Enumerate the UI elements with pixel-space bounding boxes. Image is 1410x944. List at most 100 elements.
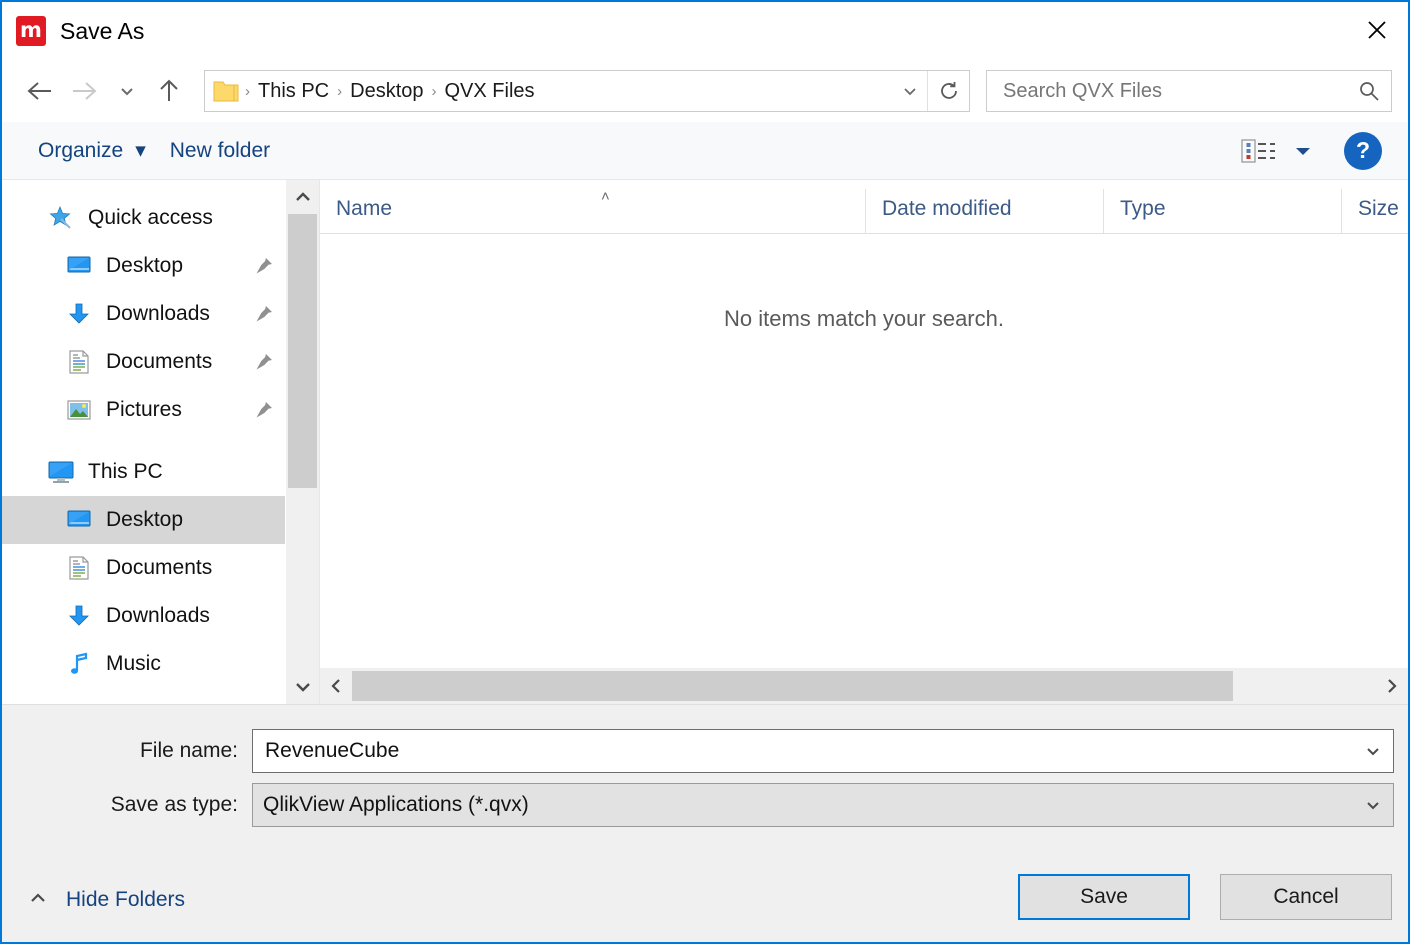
refresh-icon <box>938 80 960 102</box>
scroll-right-button[interactable] <box>1376 668 1408 704</box>
sidebar-item-documents-thispc[interactable]: Documents <box>2 544 285 592</box>
search-input[interactable] <box>1001 79 1357 104</box>
file-list[interactable]: No items match your search. <box>320 234 1408 668</box>
cancel-button-label: Cancel <box>1273 885 1338 909</box>
navigation-pane: Quick access Desktop <box>2 180 320 704</box>
sidebar-item-downloads-quick[interactable]: Downloads <box>2 290 285 338</box>
chevron-down-icon <box>294 680 312 694</box>
search-box[interactable] <box>986 70 1392 112</box>
scroll-down-button[interactable] <box>286 670 319 704</box>
scrollbar-thumb[interactable] <box>288 214 317 488</box>
sidebar-list: Quick access Desktop <box>2 180 285 704</box>
hide-folders-label: Hide Folders <box>66 888 185 912</box>
empty-state-message: No items match your search. <box>320 306 1408 332</box>
breadcrumb-dropdown-button[interactable] <box>893 71 927 111</box>
chevron-up-icon <box>28 891 48 910</box>
dialog-body: Quick access Desktop <box>2 180 1408 704</box>
breadcrumb-separator: › <box>430 83 439 100</box>
recent-locations-button[interactable] <box>108 68 146 114</box>
column-header-date-modified[interactable]: Date modified <box>865 189 1103 233</box>
sidebar-item-label: Documents <box>106 350 212 374</box>
scrollbar-track[interactable] <box>352 668 1376 704</box>
scrollbar-track[interactable] <box>286 214 319 670</box>
view-options-dropdown[interactable] <box>1284 134 1322 168</box>
organize-button[interactable]: Organize ▾ <box>26 132 158 169</box>
dialog-footer: File name: Save as type: QlikView Applic… <box>2 704 1408 942</box>
forward-button[interactable] <box>62 68 108 114</box>
column-label: Date modified <box>882 197 1012 221</box>
sidebar-group-label: Quick access <box>88 206 213 230</box>
sidebar-item-label: Documents <box>106 556 212 580</box>
chevron-left-icon <box>329 677 343 695</box>
pin-icon[interactable] <box>253 255 275 277</box>
help-button[interactable]: ? <box>1344 132 1382 170</box>
refresh-button[interactable] <box>927 71 969 111</box>
back-button[interactable] <box>16 68 62 114</box>
folder-icon <box>213 80 239 102</box>
file-name-input[interactable] <box>263 738 1353 764</box>
window-title: Save As <box>60 18 144 45</box>
navigation-bar: › This PC › Desktop › QVX Files <box>2 60 1408 122</box>
new-folder-button[interactable]: New folder <box>158 133 282 169</box>
save-button[interactable]: Save <box>1018 874 1190 920</box>
recent-locations-chevron-icon <box>117 81 137 101</box>
save-button-label: Save <box>1080 885 1128 909</box>
sidebar-item-documents-quick[interactable]: Documents <box>2 338 285 386</box>
close-button[interactable] <box>1346 2 1408 58</box>
scrollbar-thumb[interactable] <box>352 671 1233 701</box>
picture-icon <box>64 395 94 425</box>
column-header-name[interactable]: ˄ Name <box>320 189 865 233</box>
breadcrumb-item-this-pc[interactable]: This PC <box>252 80 335 103</box>
sidebar-item-label: Desktop <box>106 508 183 532</box>
up-arrow-icon <box>156 77 182 105</box>
pin-icon[interactable] <box>253 351 275 373</box>
sidebar-item-label: Desktop <box>106 254 183 278</box>
save-as-type-label: Save as type: <box>2 793 252 817</box>
sidebar-group-label: This PC <box>88 460 163 484</box>
document-icon <box>64 347 94 377</box>
breadcrumb-separator: › <box>243 83 252 100</box>
sidebar-item-desktop-thispc[interactable]: Desktop <box>2 496 285 544</box>
this-pc-icon <box>46 457 76 487</box>
column-header-size[interactable]: Size <box>1341 189 1408 233</box>
sidebar-item-desktop-quick[interactable]: Desktop <box>2 242 285 290</box>
download-arrow-icon <box>64 601 94 631</box>
scroll-left-button[interactable] <box>320 668 352 704</box>
breadcrumb-item-qvx-files[interactable]: QVX Files <box>439 80 541 103</box>
sidebar-item-pictures-quick[interactable]: Pictures <box>2 386 285 434</box>
organize-caret-icon: ▾ <box>135 138 146 163</box>
chevron-down-icon <box>1363 795 1383 815</box>
sidebar-group-gap <box>2 434 285 448</box>
app-icon-glyph: m <box>20 20 42 41</box>
desktop-monitor-icon <box>64 251 94 281</box>
sidebar-item-label: Pictures <box>106 398 182 422</box>
desktop-monitor-icon <box>64 505 94 535</box>
breadcrumb-item-desktop[interactable]: Desktop <box>344 80 429 103</box>
back-arrow-icon <box>24 78 54 104</box>
scroll-up-button[interactable] <box>286 180 319 214</box>
save-as-type-value: QlikView Applications (*.qvx) <box>263 793 1353 817</box>
pin-icon[interactable] <box>253 399 275 421</box>
file-list-horizontal-scrollbar[interactable] <box>320 668 1408 704</box>
pin-icon[interactable] <box>253 303 275 325</box>
sidebar-item-downloads-thispc[interactable]: Downloads <box>2 592 285 640</box>
column-header-type[interactable]: Type <box>1103 189 1341 233</box>
sidebar-group-this-pc[interactable]: This PC <box>2 448 285 496</box>
sidebar-group-quick-access[interactable]: Quick access <box>2 194 285 242</box>
save-as-type-dropdown-button[interactable] <box>1353 795 1393 815</box>
file-name-field[interactable] <box>252 729 1394 773</box>
chevron-down-icon <box>1363 741 1383 761</box>
file-name-row: File name: <box>2 729 1408 773</box>
save-as-type-field[interactable]: QlikView Applications (*.qvx) <box>252 783 1394 827</box>
sidebar-scrollbar[interactable] <box>285 180 319 704</box>
hide-folders-button[interactable]: Hide Folders <box>28 888 185 912</box>
cancel-button[interactable]: Cancel <box>1220 874 1392 920</box>
view-options-button[interactable] <box>1232 130 1284 172</box>
file-name-dropdown-button[interactable] <box>1353 741 1393 761</box>
breadcrumb[interactable]: › This PC › Desktop › QVX Files <box>204 70 970 112</box>
up-button[interactable] <box>146 68 192 114</box>
sidebar-item-music-thispc[interactable]: Music <box>2 640 285 688</box>
help-label: ? <box>1356 137 1370 164</box>
column-label: Name <box>336 197 392 221</box>
download-arrow-icon <box>64 299 94 329</box>
